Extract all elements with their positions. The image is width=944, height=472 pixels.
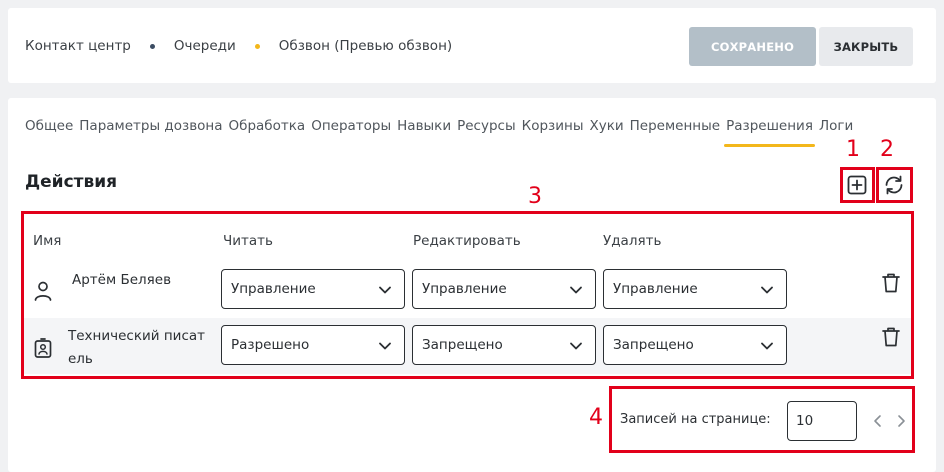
tab-general[interactable]: Общее [25,118,73,134]
tab-resources[interactable]: Ресурсы [457,118,516,134]
close-button[interactable]: ЗАКРЫТЬ [819,27,913,66]
breadcrumb-separator [149,43,155,49]
tab-bar: Общее Параметры дозвона Обработка Операт… [25,118,859,147]
delete-permission-select[interactable]: Запрещено [603,325,787,365]
chevron-down-icon [379,286,391,294]
select-value: Управление [422,281,507,297]
column-read: Читать [223,233,273,249]
chevron-down-icon [761,286,773,294]
saved-button[interactable]: СОХРАНЕНО [689,27,816,66]
chevron-down-icon [570,286,582,294]
column-edit: Редактировать [413,233,521,249]
annotation-number-3: 3 [528,184,542,209]
prev-page-icon[interactable] [872,413,884,433]
chevron-down-icon [570,342,582,350]
tab-variables[interactable]: Переменные [630,118,720,134]
breadcrumb-separator [254,43,260,49]
chevron-down-icon [761,342,773,350]
column-delete: Удалять [603,233,662,249]
plus-square-icon [847,175,867,195]
breadcrumb-queues[interactable]: Очереди [174,38,236,54]
delete-permission-select[interactable]: Управление [603,269,787,309]
refresh-icon [885,175,903,195]
row-name: Артём Беляев [72,272,172,288]
tab-hooks[interactable]: Хуки [589,118,623,134]
table-row: Технический писат ель Разрешено Запрещен… [23,318,911,374]
table-row: Артём Беляев Управление Управление Управ… [23,262,911,318]
tab-logs[interactable]: Логи [819,118,853,134]
rows-per-page-input[interactable]: 10 [787,401,857,441]
tab-processing[interactable]: Обработка [229,118,306,134]
trash-icon[interactable] [881,272,901,298]
breadcrumb: Контакт центр Очереди Обзвон (Превью обз… [25,38,452,54]
annotation-number-1: 1 [846,137,860,162]
breadcrumb-current: Обзвон (Превью обзвон) [278,38,453,54]
badge-icon [33,337,53,363]
annotation-number-4: 4 [589,405,603,430]
row-name-line1: Технический писат [68,328,205,344]
main-card: Общее Параметры дозвона Обработка Операт… [8,98,936,472]
next-page-icon[interactable] [895,413,907,433]
read-permission-select[interactable]: Управление [221,269,405,309]
tab-permissions[interactable]: Разрешения [724,118,815,147]
edit-permission-select[interactable]: Управление [412,269,596,309]
rows-per-page-label: Записей на странице: [620,412,771,427]
chevron-down-icon [379,342,391,350]
section-title: Действия [25,172,118,192]
user-icon [33,280,53,306]
trash-icon[interactable] [881,326,901,352]
column-name: Имя [33,233,62,249]
select-value: Разрешено [231,337,310,353]
refresh-button[interactable] [877,167,911,203]
tab-buckets[interactable]: Корзины [522,118,584,134]
select-value: Управление [231,281,316,297]
tab-dial-params[interactable]: Параметры дозвона [79,118,222,134]
add-button[interactable] [840,167,874,203]
select-value: Запрещено [613,337,694,353]
annotation-number-2: 2 [880,137,894,162]
top-bar: Контакт центр Очереди Обзвон (Превью обз… [8,8,936,83]
breadcrumb-contact-center[interactable]: Контакт центр [25,38,131,54]
select-value: Запрещено [422,337,503,353]
edit-permission-select[interactable]: Запрещено [412,325,596,365]
tab-operators[interactable]: Операторы [311,118,391,134]
tab-skills[interactable]: Навыки [397,118,451,134]
select-value: Управление [613,281,698,297]
read-permission-select[interactable]: Разрешено [221,325,405,365]
row-name-line2: ель [68,351,93,367]
